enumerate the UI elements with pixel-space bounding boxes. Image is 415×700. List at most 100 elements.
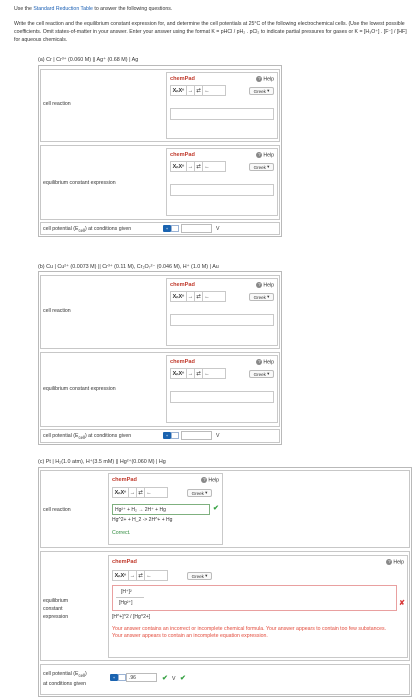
equilibrium-label: equilibrium constant expression bbox=[43, 386, 116, 392]
potential-label-text: cell potential (E bbox=[43, 226, 79, 232]
backspace-button[interactable]: ← bbox=[203, 369, 211, 378]
part-c-potential-row bbox=[40, 664, 410, 695]
arrow-button[interactable]: → bbox=[187, 292, 195, 301]
greek-dropdown[interactable]: Greek ▾ bbox=[187, 489, 212, 497]
greek-dropdown[interactable]: Greek ▾ bbox=[249, 163, 274, 171]
subscript-superscript-button[interactable]: XₙXⁿ bbox=[171, 292, 187, 301]
answer-input[interactable]: [H⁺]² [Hg²⁺] bbox=[112, 585, 397, 611]
potential-label: cell potential (Ecell) at conditions giv… bbox=[43, 671, 87, 688]
potential-input[interactable] bbox=[181, 431, 212, 440]
units-icon[interactable]: + bbox=[163, 432, 171, 439]
unit-label: V bbox=[172, 676, 176, 682]
subscript-superscript-button[interactable]: XₙXⁿ bbox=[171, 162, 187, 171]
help-button[interactable]: ? Help bbox=[256, 76, 274, 82]
backspace-button[interactable]: ← bbox=[203, 162, 211, 171]
greek-dropdown[interactable]: Greek ▾ bbox=[187, 572, 212, 580]
chempad-toolbar: XₙXⁿ → ⇄ ← bbox=[112, 570, 168, 581]
greek-label: Greek bbox=[253, 88, 266, 94]
answer-numerator: [H⁺]² bbox=[121, 589, 132, 595]
unit-label: V bbox=[216, 226, 220, 232]
answer-input[interactable]: Hg²⁺ + H₂ → 2H⁺ + Hg bbox=[112, 504, 210, 515]
answer-input[interactable] bbox=[170, 391, 274, 403]
potential-label: cell potential (Ecell) at conditions giv… bbox=[43, 433, 131, 440]
chempad-title: chemPad bbox=[170, 152, 195, 158]
greek-dropdown[interactable]: Greek ▾ bbox=[249, 293, 274, 301]
pencil-icon[interactable] bbox=[171, 225, 179, 232]
subscript-superscript-button[interactable]: XₙXⁿ bbox=[113, 488, 129, 497]
subscript-superscript-button[interactable]: XₙXⁿ bbox=[171, 86, 187, 95]
equilibrium-arrow-button[interactable]: ⇄ bbox=[195, 162, 203, 171]
potential-input[interactable]: .96 bbox=[126, 673, 157, 682]
intro-text: Use the Standard Reduction Table to answ… bbox=[14, 6, 409, 13]
part-c-reaction-row bbox=[40, 470, 410, 548]
help-label: Help bbox=[263, 359, 274, 366]
answer-denominator: [Hg²⁺] bbox=[119, 600, 133, 606]
feedback-error: Your answer contains an incorrect or inc… bbox=[112, 626, 387, 639]
equilibrium-arrow-button[interactable]: ⇄ bbox=[195, 292, 203, 301]
chempad-toolbar: XₙXⁿ → ⇄ ← bbox=[170, 291, 226, 302]
potential-label-suffix: ) at conditions given bbox=[84, 226, 132, 232]
answer-input[interactable] bbox=[170, 184, 274, 196]
equilibrium-label-line: constant bbox=[43, 606, 63, 612]
units-icon[interactable]: + bbox=[163, 225, 171, 232]
greek-label: Greek bbox=[253, 371, 266, 377]
chempad-toolbar: XₙXⁿ → ⇄ ← bbox=[112, 487, 168, 498]
equilibrium-arrow-button[interactable]: ⇄ bbox=[195, 369, 203, 378]
chempad-toolbar: XₙXⁿ → ⇄ ← bbox=[170, 161, 226, 172]
backspace-button[interactable]: ← bbox=[145, 488, 153, 497]
help-button[interactable]: ? Help bbox=[256, 359, 274, 365]
equilibrium-arrow-button[interactable]: ⇄ bbox=[195, 86, 203, 95]
help-label: Help bbox=[208, 477, 219, 484]
help-label: Help bbox=[393, 559, 404, 566]
cell-reaction-label: cell reaction bbox=[43, 101, 71, 107]
part-a-header: (a) Cr | Cr³⁺ (0.060 M) || Ag⁺ (0.68 M) … bbox=[38, 57, 139, 63]
greek-label: Greek bbox=[191, 490, 204, 496]
part-c-header: (c) Pt | H₂(1.0 atm), H⁺(3.5 mM) || Hg²⁺… bbox=[38, 459, 166, 465]
subscript-superscript-button[interactable]: XₙXⁿ bbox=[113, 571, 129, 580]
help-button[interactable]: ? Help bbox=[386, 559, 404, 565]
help-button[interactable]: ? Help bbox=[256, 152, 274, 158]
backspace-button[interactable]: ← bbox=[203, 86, 211, 95]
chempad-toolbar: XₙXⁿ → ⇄ ← bbox=[170, 85, 226, 96]
potential-label-line2: at conditions given bbox=[43, 681, 86, 688]
answer-echo: Hg^2+ + H_2 -> 2H^+ + Hg bbox=[112, 517, 173, 523]
potential-label-suffix: ) at conditions given bbox=[84, 433, 132, 439]
answer-text: Hg²⁺ + H₂ → 2H⁺ + Hg bbox=[115, 507, 166, 513]
chempad-title: chemPad bbox=[112, 559, 137, 565]
arrow-button[interactable]: → bbox=[187, 162, 195, 171]
greek-label: Greek bbox=[253, 164, 266, 170]
answer-echo: [H^+]^2 / [Hg^2+] bbox=[112, 614, 151, 620]
chempad-c2: chemPad ? Help XₙXⁿ → ⇄ ← Greek ▾ [H⁺]² [… bbox=[108, 555, 408, 658]
chempad-title: chemPad bbox=[170, 76, 195, 82]
arrow-button[interactable]: → bbox=[129, 488, 137, 497]
check-icon: ✔ bbox=[180, 675, 186, 682]
x-icon: ✘ bbox=[399, 600, 405, 607]
help-icon: ? bbox=[201, 477, 208, 483]
standard-reduction-table-link[interactable]: Standard Reduction Table bbox=[33, 6, 93, 12]
help-icon: ? bbox=[256, 359, 263, 365]
cell-reaction-label: cell reaction bbox=[43, 308, 71, 314]
pencil-icon[interactable] bbox=[171, 432, 179, 439]
arrow-button[interactable]: → bbox=[187, 86, 195, 95]
help-button[interactable]: ? Help bbox=[201, 477, 219, 483]
greek-dropdown[interactable]: Greek ▾ bbox=[249, 370, 274, 378]
help-label: Help bbox=[263, 152, 274, 159]
units-icon[interactable]: + bbox=[110, 674, 118, 681]
backspace-button[interactable]: ← bbox=[145, 571, 153, 580]
backspace-button[interactable]: ← bbox=[203, 292, 211, 301]
pencil-icon[interactable] bbox=[118, 674, 126, 681]
greek-label: Greek bbox=[253, 294, 266, 300]
cell-reaction-label: cell reaction bbox=[43, 507, 71, 513]
greek-dropdown[interactable]: Greek ▾ bbox=[249, 87, 274, 95]
answer-input[interactable] bbox=[170, 108, 274, 120]
equilibrium-arrow-button[interactable]: ⇄ bbox=[137, 571, 145, 580]
help-label: Help bbox=[263, 76, 274, 83]
potential-input[interactable] bbox=[181, 224, 212, 233]
arrow-button[interactable]: → bbox=[129, 571, 137, 580]
answer-input[interactable] bbox=[170, 314, 274, 326]
subscript-superscript-button[interactable]: XₙXⁿ bbox=[171, 369, 187, 378]
equilibrium-arrow-button[interactable]: ⇄ bbox=[137, 488, 145, 497]
arrow-button[interactable]: → bbox=[187, 369, 195, 378]
help-button[interactable]: ? Help bbox=[256, 282, 274, 288]
intro-suffix: to answer the following questions. bbox=[94, 6, 173, 12]
